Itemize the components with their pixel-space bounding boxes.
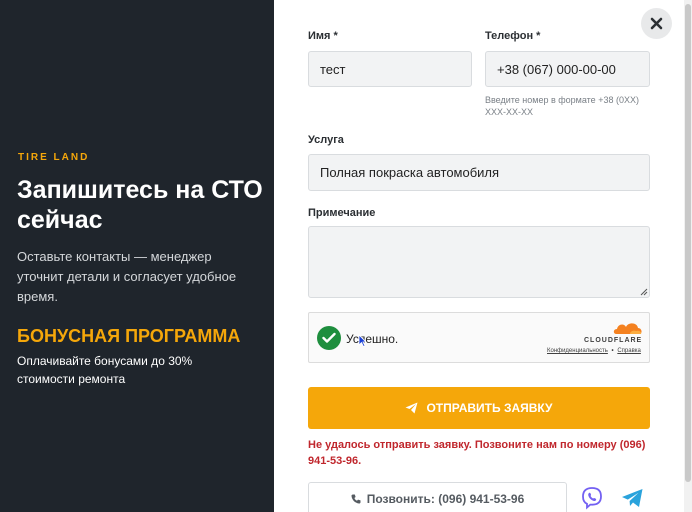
resize-handle-icon[interactable]	[640, 288, 648, 296]
phone-hint: Введите номер в формате +38 (0XX) XXX-XX…	[485, 95, 639, 117]
paper-plane-icon	[405, 402, 418, 414]
promo-headline: Запишитесь на СТО сейчас	[17, 176, 263, 234]
close-icon	[650, 17, 663, 30]
captcha-success-badge	[317, 326, 341, 350]
promo-panel: TIRE LAND Запишитесь на СТО сейчас Остав…	[0, 0, 274, 512]
call-button[interactable]: Позвонить: (096) 941-53-96	[308, 482, 567, 512]
check-icon	[322, 332, 336, 343]
mouse-cursor-icon	[358, 334, 367, 347]
captcha-privacy-link[interactable]: Конфиденциальность	[547, 348, 608, 354]
phone-label: Телефон *	[485, 30, 541, 42]
bonus-title: БОНУСНАЯ ПРОГРАММА	[17, 326, 241, 346]
note-label: Примечание	[308, 207, 376, 219]
captcha-provider: CLOUDFLARE	[584, 337, 643, 344]
name-label: Имя *	[308, 30, 338, 42]
service-label: Услуга	[308, 134, 344, 146]
viber-icon[interactable]	[580, 486, 604, 510]
phone-icon	[351, 494, 361, 504]
captcha-link-separator: •	[611, 348, 614, 354]
telegram-icon[interactable]	[621, 488, 644, 508]
call-button-label: Позвонить: (096) 941-53-96	[366, 492, 525, 506]
captcha-help-link[interactable]: Справка	[617, 348, 641, 354]
name-input[interactable]: тест	[308, 51, 472, 87]
close-button[interactable]	[641, 8, 672, 39]
phone-input[interactable]: +38 (067) 000-00-00	[485, 51, 650, 87]
captcha-status: Успешно.	[346, 332, 399, 346]
promo-subtitle: Оставьте контакты — менеджер уточнит дет…	[17, 249, 237, 304]
bonus-text: Оплачивайте бонусами до 30% стоимости ре…	[17, 354, 193, 386]
error-message: Не удалось отправить заявку. Позвоните н…	[308, 439, 646, 467]
brand-label: TIRE LAND	[18, 152, 90, 163]
cloudflare-logo	[613, 323, 642, 334]
scrollbar-thumb[interactable]	[685, 4, 691, 482]
service-select[interactable]: Полная покраска автомобиля	[308, 154, 650, 191]
note-textarea[interactable]	[308, 226, 650, 298]
submit-label: ОТПРАВИТЬ ЗАЯВКУ	[426, 401, 553, 415]
submit-button[interactable]: ОТПРАВИТЬ ЗАЯВКУ	[308, 387, 650, 429]
captcha-links: Конфиденциальность • Справка	[547, 348, 641, 354]
